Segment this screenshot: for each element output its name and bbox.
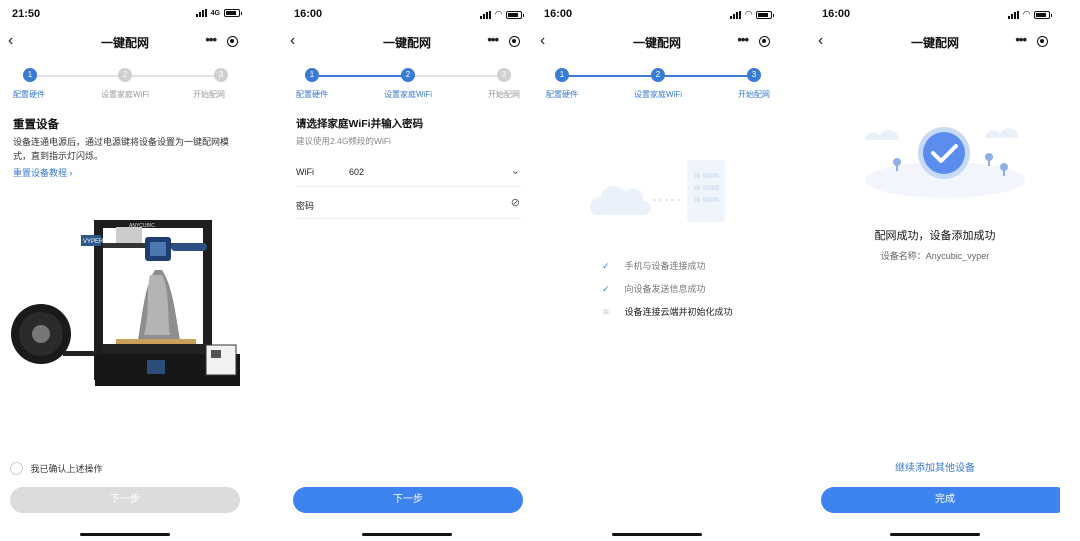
password-field[interactable]: 密码 ⊘ xyxy=(296,189,522,219)
success-title: 配网成功，设备添加成功 xyxy=(874,230,996,242)
progress-text: 向设备发送信息成功 xyxy=(624,284,706,294)
status-time: 21:50 xyxy=(12,8,41,20)
step-3-label: 开始配网 xyxy=(488,90,520,99)
signal-icon xyxy=(195,9,207,17)
stepper: 1 2 3 配置硬件 设置家庭WiFi 开始配网 xyxy=(0,68,250,102)
status-time: 16:00 xyxy=(822,8,851,20)
step-3-dot: 3 xyxy=(747,68,761,82)
reset-description: 设备连通电源后，通过电源键将设备设置为一键配网模式，直到指示灯闪烁。 xyxy=(13,137,230,161)
loading-spinner-icon: ✲ xyxy=(602,307,610,317)
close-miniapp-icon[interactable] xyxy=(227,36,238,47)
step-3-dot: 3 xyxy=(214,68,228,82)
screen-connecting: 16:00 ◠ ‹ 一键配网 ••• 1 2 3 配置硬件 设置家庭WiFi 开… xyxy=(532,0,782,541)
home-indicator xyxy=(362,533,452,536)
home-indicator xyxy=(612,533,702,536)
check-icon: ✓ xyxy=(602,284,610,294)
confirm-label: 我已确认上述操作 xyxy=(30,464,103,474)
network-type: 4G xyxy=(210,9,220,17)
progress-item-1: ✓ 手机与设备连接成功 xyxy=(602,259,706,272)
screen-success: 16:00 ◠ ‹ 一键配网 ••• 配网成功，设备添加成功 设备名称：Anyc… xyxy=(810,0,1060,541)
add-more-devices-link[interactable]: 继续添加其他设备 xyxy=(810,459,1060,474)
wifi-hint: 建议使用2.4G频段的WiFi xyxy=(296,136,391,146)
battery-icon xyxy=(1034,10,1052,19)
progress-item-2: ✓ 向设备发送信息成功 xyxy=(602,282,706,295)
nav-bar: ‹ 一键配网 ••• xyxy=(532,30,782,54)
step-2-dot: 2 xyxy=(651,68,665,82)
step-1-dot: 1 xyxy=(305,68,319,82)
step-2-label: 设置家庭WiFi xyxy=(384,90,432,99)
status-bar: 16:00 ◠ xyxy=(544,8,774,22)
chevron-down-icon[interactable]: ⌄ xyxy=(511,164,520,177)
nav-bar: ‹ 一键配网 ••• xyxy=(282,30,532,54)
status-time: 16:00 xyxy=(294,8,323,20)
stepper: 1 2 3 配置硬件 设置家庭WiFi 开始配网 xyxy=(282,68,532,102)
tutorial-link[interactable]: 重置设备教程 › xyxy=(13,166,73,179)
battery-icon xyxy=(506,10,524,19)
more-icon[interactable]: ••• xyxy=(487,32,499,47)
step-3-label: 开始配网 xyxy=(738,90,770,99)
wifi-status-icon: ◠ xyxy=(495,9,502,19)
signal-icon xyxy=(480,10,492,19)
step-3-label: 开始配网 xyxy=(193,90,225,99)
screen-reset-device: 21:50 4G ‹ 一键配网 ••• 1 2 3 配置硬件 设置家庭WiFi … xyxy=(0,0,250,541)
home-indicator xyxy=(80,533,170,536)
close-miniapp-icon[interactable] xyxy=(509,36,520,47)
more-icon[interactable]: ••• xyxy=(1015,32,1027,47)
close-miniapp-icon[interactable] xyxy=(1037,36,1048,47)
success-illustration xyxy=(865,127,1025,198)
step-1-dot: 1 xyxy=(555,68,569,82)
radio-circle-icon[interactable] xyxy=(10,462,23,475)
next-button[interactable]: 下一步 xyxy=(10,487,240,513)
signal-icon xyxy=(1008,10,1020,19)
step-2-label: 设置家庭WiFi xyxy=(101,90,149,99)
progress-item-3: ✲ 设备连接云端并初始化成功 xyxy=(602,305,733,318)
more-icon[interactable]: ••• xyxy=(737,32,749,47)
battery-icon xyxy=(224,9,242,17)
home-indicator xyxy=(890,533,980,536)
step-3-dot: 3 xyxy=(497,68,511,82)
device-name: 设备名称：Anycubic_vyper xyxy=(880,251,990,261)
step-1-label: 配置硬件 xyxy=(546,90,578,99)
wifi-label: WiFi xyxy=(296,167,314,177)
step-1-dot: 1 xyxy=(23,68,37,82)
battery-icon xyxy=(756,10,774,19)
step-2-label: 设置家庭WiFi xyxy=(634,90,682,99)
confirm-checkbox[interactable]: 我已确认上述操作 xyxy=(10,462,103,475)
more-icon[interactable]: ••• xyxy=(205,32,217,47)
progress-text: 设备连接云端并初始化成功 xyxy=(624,307,733,317)
step-2-dot: 2 xyxy=(118,68,132,82)
eye-hidden-icon[interactable]: ⊘ xyxy=(511,196,520,209)
close-miniapp-icon[interactable] xyxy=(759,36,770,47)
password-label: 密码 xyxy=(296,201,315,211)
check-icon: ✓ xyxy=(602,261,610,271)
nav-bar: ‹ 一键配网 ••• xyxy=(0,30,250,54)
step-1-label: 配置硬件 xyxy=(13,90,45,99)
signal-icon xyxy=(730,10,742,19)
stepper: 1 2 3 配置硬件 设置家庭WiFi 开始配网 xyxy=(532,68,782,102)
printer-illustration: ANYCUBIC VYPER xyxy=(11,220,240,386)
status-bar: 21:50 4G xyxy=(12,8,242,22)
wifi-status-icon: ◠ xyxy=(1023,9,1030,19)
wifi-select[interactable]: WiFi 602 ⌄ xyxy=(296,157,522,187)
done-button[interactable]: 完成 xyxy=(821,487,1060,513)
step-2-dot: 2 xyxy=(401,68,415,82)
step-1-label: 配置硬件 xyxy=(296,90,328,99)
printer-brand: VYPER xyxy=(83,239,104,245)
screen-wifi-setup: 16:00 ◠ ‹ 一键配网 ••• 1 2 3 配置硬件 设置家庭WiFi 开… xyxy=(282,0,532,541)
status-time: 16:00 xyxy=(544,8,573,20)
wifi-status-icon: ◠ xyxy=(745,9,752,19)
progress-text: 手机与设备连接成功 xyxy=(624,261,706,271)
section-heading: 重置设备 xyxy=(13,119,59,131)
cloud-transfer-illustration xyxy=(589,160,725,222)
section-heading: 请选择家庭WiFi并输入密码 xyxy=(296,118,424,130)
status-bar: 16:00 ◠ xyxy=(822,8,1052,22)
status-bar: 16:00 ◠ xyxy=(294,8,524,22)
nav-bar: ‹ 一键配网 ••• xyxy=(810,30,1060,54)
next-button[interactable]: 下一步 xyxy=(293,487,523,513)
wifi-value: 602 xyxy=(349,167,365,177)
